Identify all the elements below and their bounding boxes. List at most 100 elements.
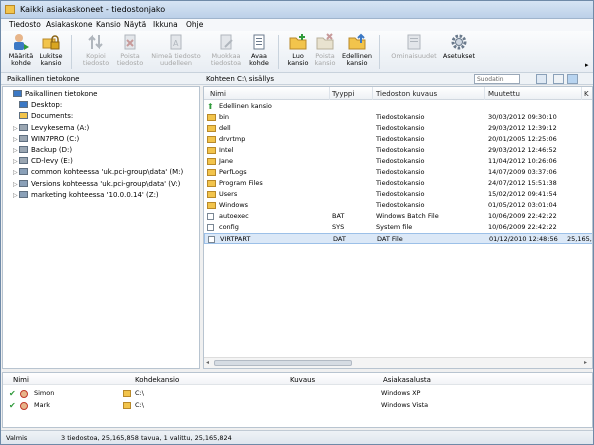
tree-item[interactable]: ▷ Levykesema (A:) (13, 123, 89, 134)
app-window: Kaikki asiakaskoneet - tiedostonjako Tie… (0, 0, 594, 445)
file-type: BAT (332, 212, 345, 220)
floppy-icon (19, 123, 28, 131)
file-desc: Tiedostokansio (376, 135, 425, 143)
rename-file-button[interactable]: A Nimeä tiedosto uudelleen (149, 33, 203, 73)
open-target-button[interactable]: Avaa kohde (246, 33, 272, 73)
file-desc: Windows Batch File (376, 212, 439, 220)
file-row[interactable]: VIRTPART DAT DAT File 01/12/2010 12:48:56 25… (204, 233, 592, 244)
file-row[interactable]: ⬆ Edellinen kansio (204, 101, 592, 112)
file-row[interactable]: Users Tiedostokansio 15/02/2012 09:41:54 (204, 189, 592, 200)
file-row[interactable]: config SYS System file 10/06/2009 22:42:22 (204, 222, 592, 233)
folder-icon (207, 202, 216, 209)
edit-file-button[interactable]: Muokkaa tiedostoa (209, 33, 243, 73)
file-modified: 24/07/2012 15:51:38 (488, 179, 557, 187)
menu-nayta[interactable]: Näytä (124, 20, 146, 29)
properties-button[interactable]: Ominaisuudet (391, 33, 437, 73)
menu-tiedosto[interactable]: Tiedosto (9, 20, 41, 29)
folder-tree: Paikallinen tietokone Desktop: Documents: ▷… (2, 86, 200, 369)
scroll-right-icon[interactable]: ▸ (584, 359, 587, 366)
tree-item[interactable]: Desktop: (13, 100, 62, 111)
icons-view-button[interactable] (567, 74, 578, 84)
up-arrow-icon: ⬆ (207, 102, 214, 111)
system-file-icon (207, 224, 214, 231)
user-icon (20, 390, 28, 398)
status-state: Valmis (6, 434, 28, 442)
file-row[interactable]: Intel Tiedostokansio 29/03/2012 12:46:52 (204, 145, 592, 156)
tree-item[interactable]: Paikallinen tietokone (7, 89, 97, 100)
folder-up-icon (348, 33, 366, 50)
details-view-button[interactable] (536, 74, 547, 84)
client-row[interactable]: ✔ Mark C:\ Windows Vista (3, 400, 592, 411)
col-modified-header[interactable]: Muutettu (488, 90, 520, 98)
file-icon (208, 236, 215, 243)
tree-item[interactable]: ▷ Backup (D:) (13, 145, 72, 156)
file-row[interactable]: PerfLogs Tiedostokansio 14/07/2009 03:37:0… (204, 167, 592, 178)
clients-col-desc[interactable]: Kuvaus (290, 376, 315, 384)
scrollbar-thumb[interactable] (214, 360, 352, 366)
file-row[interactable]: Jane Tiedostokansio 11/04/2012 10:26:06 (204, 156, 592, 167)
filter-input[interactable]: Suodatin (474, 74, 520, 84)
horizontal-scrollbar[interactable]: ◂ ▸ (204, 357, 592, 368)
tree-item[interactable]: ▷ marketing kohteessa '10.0.0.14' (Z:) (13, 190, 159, 201)
menu-ohje[interactable]: Ohje (186, 20, 203, 29)
col-name-header[interactable]: Nimi (210, 90, 226, 98)
col-desc-header[interactable]: Tiedoston kuvaus (376, 90, 437, 98)
file-name: Program Files (219, 179, 263, 187)
file-list-header: Nimi Tyyppi Tiedoston kuvaus Muutettu K (204, 87, 592, 100)
file-name: config (219, 223, 239, 231)
clients-col-folder[interactable]: Kohdekansio (135, 376, 179, 384)
file-modified: 20/01/2005 12:25:06 (488, 135, 557, 143)
list-view-button[interactable] (553, 74, 564, 84)
previous-folder-button[interactable]: Edellinen kansio (341, 33, 373, 73)
menu-asiakaskone[interactable]: Asiakaskone (46, 20, 92, 29)
rename-file-label-2: uudelleen (159, 59, 193, 67)
copy-arrows-icon (88, 34, 103, 50)
file-name: autoexec (219, 212, 249, 220)
left-pane-title: Paikallinen tietokone (7, 75, 80, 83)
set-target-button[interactable]: Määritä kohde (7, 33, 35, 73)
delete-file-label-2: tiedosto (116, 59, 144, 67)
clients-col-platform[interactable]: Asiakasalusta (383, 376, 431, 384)
connected-check-icon: ✔ (9, 401, 16, 410)
file-modified: 11/04/2012 10:26:06 (488, 157, 557, 165)
file-name: Edellinen kansio (219, 102, 272, 110)
folder-icon (207, 136, 216, 143)
right-pane-title: Kohteen C:\ sisällys (206, 75, 275, 83)
title-bar[interactable]: Kaikki asiakaskoneet - tiedostonjako (1, 1, 593, 19)
file-row[interactable]: Windows Tiedostokansio 01/05/2012 03:01:04 (204, 200, 592, 211)
file-desc: Tiedostokansio (376, 168, 425, 176)
client-name: Mark (34, 401, 51, 409)
client-folder: C:\ (135, 389, 144, 397)
tree-item[interactable]: ▷ Versions kohteessa 'uk.pci-group\data' … (13, 179, 180, 190)
col-size-header[interactable]: K (584, 90, 589, 98)
settings-button[interactable]: Asetukset (441, 33, 477, 73)
create-folder-button[interactable]: Luo kansio (286, 33, 310, 73)
tree-item[interactable]: Documents: (13, 111, 73, 122)
file-row[interactable]: drvrtmp Tiedostokansio 20/01/2005 12:25:06 (204, 134, 592, 145)
delete-folder-button[interactable]: Poista kansio (312, 33, 338, 73)
tree-item[interactable]: ▷ CD-levy (E:) (13, 156, 73, 167)
clients-col-name[interactable]: Nimi (13, 376, 29, 384)
file-row[interactable]: dell Tiedostokansio 29/03/2012 12:39:12 (204, 123, 592, 134)
scroll-left-icon[interactable]: ◂ (206, 359, 209, 366)
file-name: dell (219, 124, 231, 132)
file-row[interactable]: Program Files Tiedostokansio 24/07/2012 15… (204, 178, 592, 189)
new-folder-icon (289, 34, 307, 50)
tree-item[interactable]: ▷ WIN7PRO (C:) (13, 134, 79, 145)
drive-icon (19, 146, 28, 153)
status-info: 3 tiedostoa, 25,165,858 tavua, 1 valittu… (61, 434, 232, 442)
col-type-header[interactable]: Tyyppi (332, 90, 354, 98)
toolbar: Määritä kohde Lukitse kansio Kopioi tiedost… (1, 31, 593, 73)
delete-file-button[interactable]: Poista tiedosto (115, 33, 145, 73)
file-row[interactable]: autoexec BAT Windows Batch File 10/06/2009 … (204, 211, 592, 222)
file-desc: Tiedostokansio (376, 124, 425, 132)
copy-file-button[interactable]: Kopioi tiedosto (81, 33, 111, 73)
file-row[interactable]: bin Tiedostokansio 30/03/2012 09:30:10 (204, 112, 592, 123)
menu-kansio[interactable]: Kansio (96, 20, 121, 29)
toolbar-overflow-arrow[interactable]: ▸ (585, 61, 589, 69)
tree-item[interactable]: ▷ common kohteessa 'uk.pci-group\data' (M… (13, 167, 183, 178)
tree-item-label: Paikallinen tietokone (25, 90, 98, 98)
client-row[interactable]: ✔ Simon C:\ Windows XP (3, 388, 592, 399)
menu-ikkuna[interactable]: Ikkuna (153, 20, 178, 29)
lock-folder-button[interactable]: Lukitse kansio (37, 33, 65, 73)
